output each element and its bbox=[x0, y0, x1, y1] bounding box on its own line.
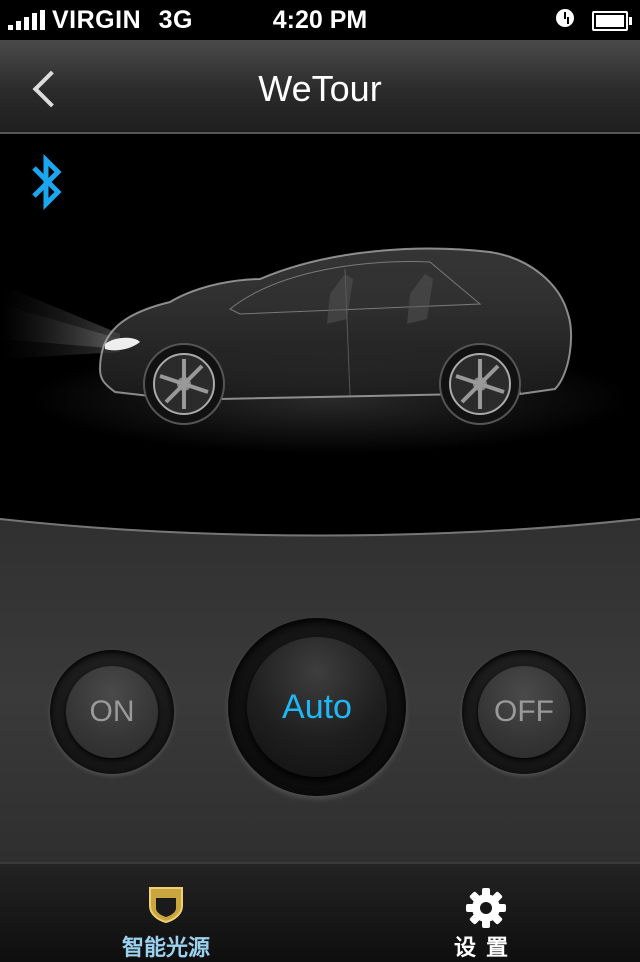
auto-button[interactable]: Auto bbox=[228, 618, 406, 796]
car-display bbox=[0, 134, 640, 534]
car-illustration bbox=[0, 247, 630, 454]
navigation-bar: WeTour bbox=[0, 40, 640, 134]
bluetooth-icon[interactable] bbox=[28, 152, 64, 212]
tab-settings-label: 设置 bbox=[453, 935, 518, 960]
page-title: WeTour bbox=[258, 68, 382, 109]
auto-button-label: Auto bbox=[247, 637, 387, 777]
panel-curve bbox=[0, 518, 640, 537]
on-button-label: ON bbox=[66, 666, 158, 758]
alarm-icon bbox=[556, 9, 574, 27]
battery-icon bbox=[592, 11, 632, 31]
off-button[interactable]: OFF bbox=[462, 650, 586, 774]
status-bar: VIRGIN 3G 4:20 PM bbox=[0, 0, 640, 40]
on-button[interactable]: ON bbox=[50, 650, 174, 774]
status-time: 4:20 PM bbox=[272, 6, 368, 34]
off-button-label: OFF bbox=[478, 666, 570, 758]
tab-settings[interactable]: 设置 bbox=[386, 864, 586, 962]
gear-icon bbox=[466, 888, 506, 928]
tab-bar: 智能光源 设置 bbox=[0, 862, 640, 962]
tab-smart-light-label: 智能光源 bbox=[121, 935, 210, 960]
shield-icon bbox=[149, 887, 183, 924]
tab-smart-light[interactable]: 智能光源 bbox=[66, 864, 266, 962]
